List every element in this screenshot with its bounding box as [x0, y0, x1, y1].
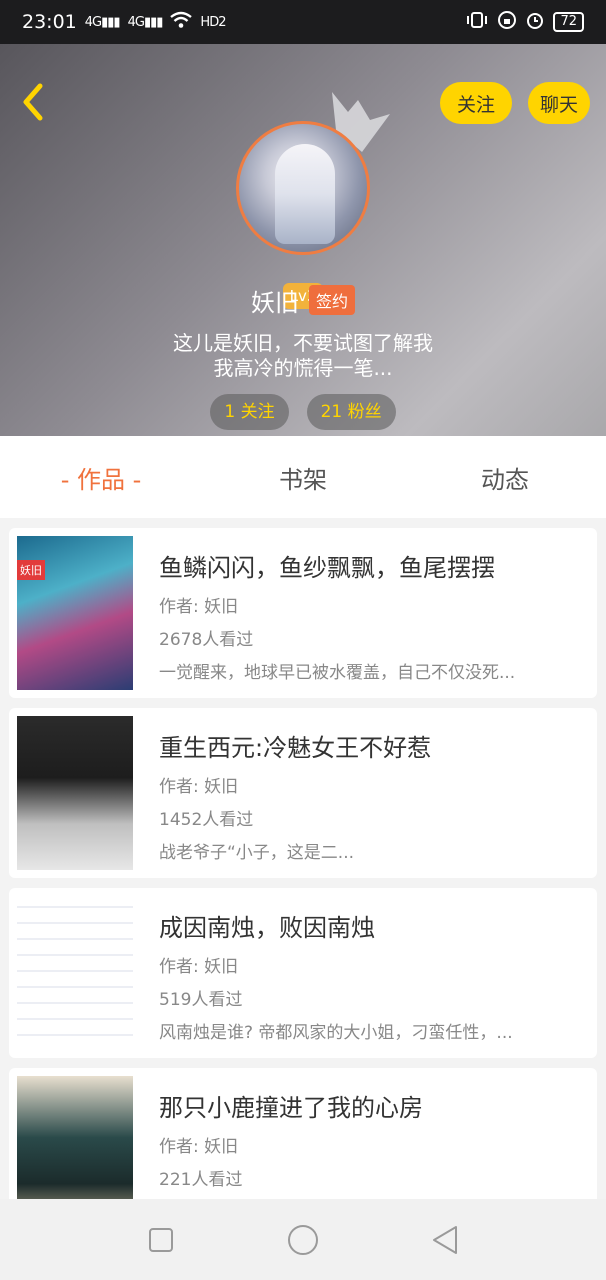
status-bar: 23:01 4G▮▮▮ 4G▮▮▮ HD2 72 — [0, 0, 606, 44]
clock: 23:01 — [22, 11, 77, 33]
square-icon — [149, 1227, 173, 1252]
book-author: 作者: 妖旧 — [159, 1137, 239, 1157]
tab-bar: - 作品 - 书架 动态 — [0, 436, 606, 518]
list-item[interactable]: 妖旧 鱼鳞闪闪，鱼纱飘飘，鱼尾摆摆 作者: 妖旧 2678人看过 一觉醒来，地球… — [9, 528, 597, 698]
signal-icon: 4G▮▮▮ — [84, 14, 121, 30]
book-author: 作者: 妖旧 — [159, 957, 239, 977]
triangle-back-icon — [433, 1225, 457, 1254]
bio: 这儿是妖旧，不要试图了解我 我高冷的慌得一笔... — [0, 331, 606, 381]
book-author: 作者: 妖旧 — [159, 597, 239, 617]
book-cover — [17, 1076, 133, 1199]
book-views: 519人看过 — [159, 990, 243, 1010]
book-cover: 妖旧 — [17, 536, 133, 690]
book-title: 那只小鹿撞进了我的心房 — [159, 1094, 423, 1122]
works-list: 妖旧 鱼鳞闪闪，鱼纱飘飘，鱼尾摆摆 作者: 妖旧 2678人看过 一觉醒来，地球… — [0, 518, 606, 1199]
following-count[interactable]: 1 关注 — [210, 394, 289, 430]
vibrate-icon — [465, 10, 489, 35]
battery-icon: 72 — [553, 12, 584, 32]
recents-button[interactable] — [141, 1220, 181, 1260]
avatar[interactable] — [236, 121, 370, 255]
home-button[interactable] — [283, 1220, 323, 1260]
circle-icon — [288, 1224, 318, 1255]
tab-bookshelf[interactable]: 书架 — [202, 436, 404, 518]
alarm-icon — [525, 10, 545, 35]
book-desc: 风南烛是谁? 帝都风家的大小姐，刁蛮任性，... — [159, 1023, 513, 1043]
cover-tag: 妖旧 — [17, 560, 45, 580]
book-desc: 一觉醒来，地球早已被水覆盖，自己不仅没死... — [159, 663, 516, 683]
list-item[interactable]: 重生西元:冷魅女王不好惹 作者: 妖旧 1452人看过 战老爷子“小子，这是二.… — [9, 708, 597, 878]
system-nav-bar — [0, 1199, 606, 1280]
chevron-left-icon — [23, 83, 43, 121]
wifi-icon — [170, 11, 193, 34]
book-title: 鱼鳞闪闪，鱼纱飘飘，鱼尾摆摆 — [159, 554, 495, 582]
book-cover — [17, 716, 133, 870]
back-nav-button[interactable] — [425, 1220, 465, 1260]
tab-activity[interactable]: 动态 — [404, 436, 606, 518]
name-row: 妖旧 签约 — [0, 282, 606, 318]
bio-line-2: 我高冷的慌得一笔... — [213, 356, 393, 380]
back-button[interactable] — [18, 80, 48, 124]
hd-icon: HD2 — [200, 14, 226, 30]
list-item[interactable]: 成因南烛，败因南烛 作者: 妖旧 519人看过 风南烛是谁? 帝都风家的大小姐，… — [9, 888, 597, 1058]
book-title: 重生西元:冷魅女王不好惹 — [159, 734, 432, 762]
profile-header: 关注 聊天 Lv3 妖旧 签约 这儿是妖旧，不要试图了解我 我高冷的慌得一笔..… — [0, 44, 606, 436]
signal-icon-2: 4G▮▮▮ — [127, 14, 164, 30]
stats-row: 1 关注 21 粉丝 — [0, 394, 606, 430]
book-cover — [17, 896, 133, 1050]
book-views: 2678人看过 — [159, 630, 254, 650]
bio-line-1: 这儿是妖旧，不要试图了解我 — [173, 331, 433, 355]
book-views: 221人看过 — [159, 1170, 243, 1190]
lock-icon — [497, 10, 517, 35]
book-views: 1452人看过 — [159, 810, 254, 830]
book-desc: 战老爷子“小子，这是二... — [159, 843, 355, 863]
signed-badge: 签约 — [308, 285, 355, 315]
chat-button[interactable]: 聊天 — [528, 82, 590, 124]
follow-button[interactable]: 关注 — [440, 82, 512, 124]
book-title: 成因南烛，败因南烛 — [159, 914, 375, 942]
followers-count[interactable]: 21 粉丝 — [306, 394, 396, 430]
book-author: 作者: 妖旧 — [159, 777, 239, 797]
list-item[interactable]: 那只小鹿撞进了我的心房 作者: 妖旧 221人看过 — [9, 1068, 597, 1199]
tab-works[interactable]: - 作品 - — [0, 436, 202, 518]
user-name: 妖旧 — [250, 288, 299, 317]
